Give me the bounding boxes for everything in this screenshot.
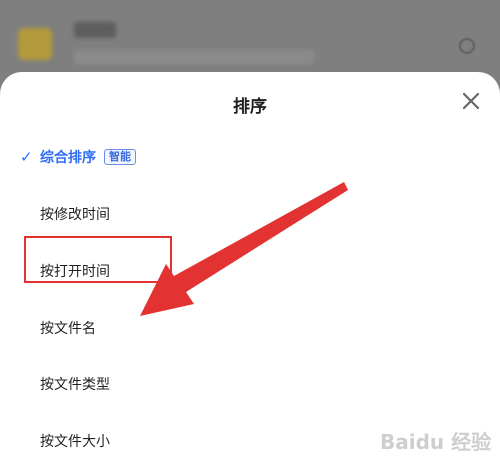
- sort-option-label: 按文件大小: [40, 434, 110, 450]
- sort-option-file-name[interactable]: 按文件名: [20, 308, 420, 348]
- sheet-title: 排序: [233, 97, 267, 117]
- sort-option-label: 综合排序: [40, 150, 96, 166]
- radio-icon: [459, 38, 475, 54]
- sort-option-label: 按文件类型: [40, 377, 110, 393]
- sort-option-label: 按文件名: [40, 321, 96, 337]
- sort-option-label: 按修改时间: [40, 207, 110, 223]
- file-name-blurred: [74, 22, 116, 38]
- sort-option-modified-time[interactable]: 按修改时间: [20, 194, 420, 234]
- sort-option-file-type[interactable]: 按文件类型: [20, 364, 420, 404]
- sort-option-comprehensive[interactable]: ✓ 综合排序 智能: [20, 137, 420, 177]
- annotation-highlight-box: [24, 236, 172, 283]
- file-meta-blurred: [74, 50, 314, 64]
- checkmark-icon: ✓: [20, 148, 33, 166]
- smart-badge: 智能: [104, 149, 136, 165]
- sort-option-file-size[interactable]: 按文件大小: [20, 421, 420, 461]
- close-icon[interactable]: [458, 88, 484, 114]
- watermark: Baidu 经验: [380, 430, 492, 454]
- background-file-row: [0, 0, 500, 72]
- folder-icon: [18, 28, 52, 60]
